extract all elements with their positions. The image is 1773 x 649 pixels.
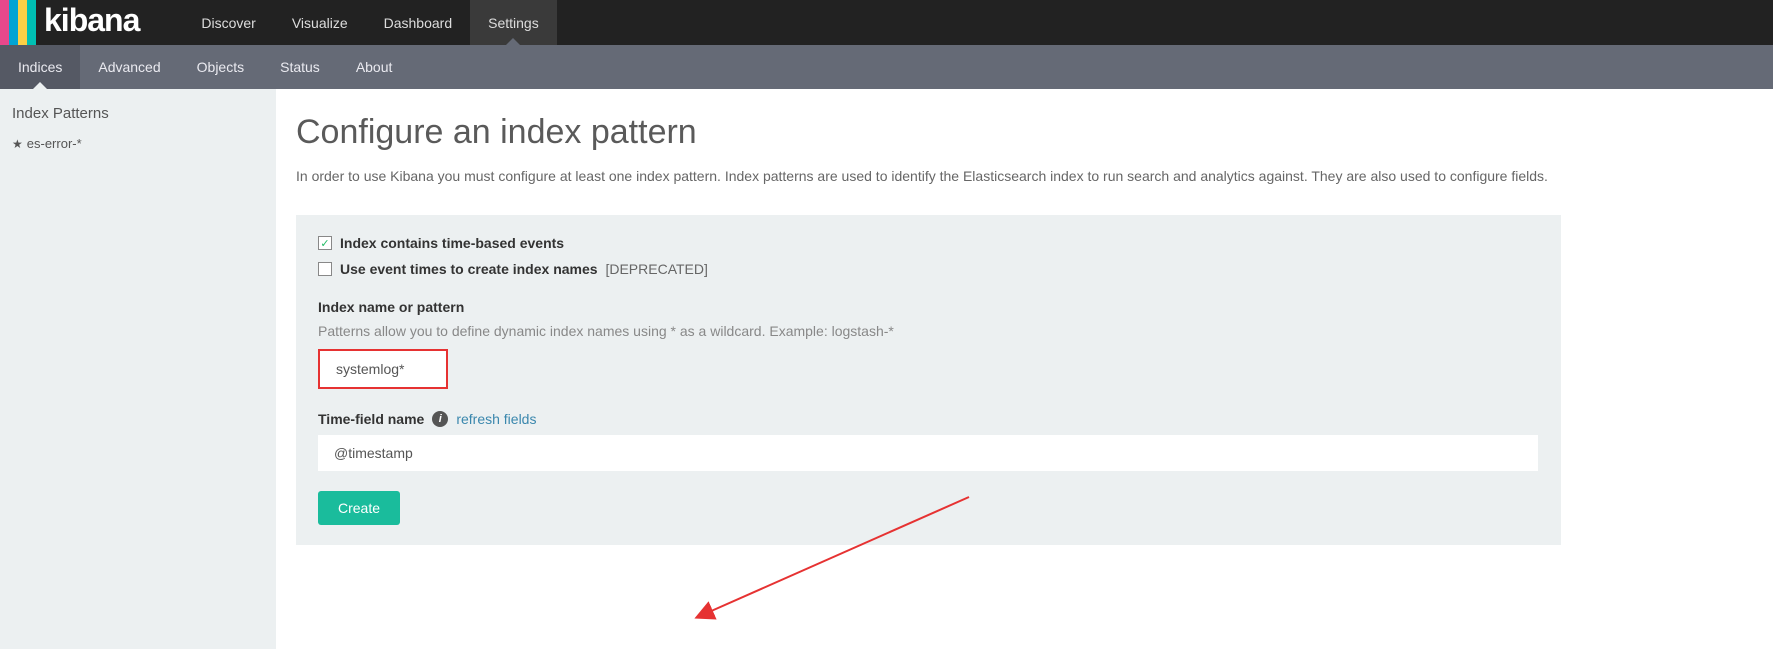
- nav-dashboard[interactable]: Dashboard: [366, 0, 471, 45]
- checkbox-time-row: ✓ Index contains time-based events: [318, 235, 1539, 251]
- subnav-objects[interactable]: Objects: [179, 45, 262, 89]
- sub-nav: Indices Advanced Objects Status About: [0, 45, 1773, 89]
- logo-text: kibana: [36, 2, 153, 43]
- nav-settings[interactable]: Settings: [470, 0, 557, 45]
- subnav-about[interactable]: About: [338, 45, 411, 89]
- page-title: Configure an index pattern: [296, 113, 1753, 152]
- subnav-indices[interactable]: Indices: [0, 45, 80, 89]
- logo[interactable]: kibana: [0, 0, 153, 45]
- nav-visualize[interactable]: Visualize: [274, 0, 366, 45]
- annotation-arrow: [689, 487, 989, 627]
- sidebar-item-label: es-error-*: [27, 136, 82, 151]
- top-nav-items: Discover Visualize Dashboard Settings: [183, 0, 556, 45]
- config-panel: ✓ Index contains time-based events Use e…: [296, 215, 1561, 545]
- subnav-advanced[interactable]: Advanced: [80, 45, 178, 89]
- main-content: Configure an index pattern In order to u…: [276, 89, 1773, 649]
- nav-discover[interactable]: Discover: [183, 0, 273, 45]
- index-name-input[interactable]: [320, 351, 446, 387]
- deprecated-tag: [DEPRECATED]: [605, 261, 707, 277]
- info-icon[interactable]: i: [432, 411, 448, 427]
- time-field-row: Time-field name i refresh fields: [318, 411, 1539, 427]
- star-icon: ★: [12, 137, 23, 151]
- sidebar-item-es-error[interactable]: ★ es-error-*: [12, 136, 264, 151]
- logo-stripes: [0, 0, 36, 45]
- checkbox-time-label: Index contains time-based events: [340, 235, 564, 251]
- body: Index Patterns ★ es-error-* Configure an…: [0, 89, 1773, 649]
- sidebar-title: Index Patterns: [12, 105, 264, 122]
- sidebar: Index Patterns ★ es-error-*: [0, 89, 276, 649]
- create-button[interactable]: Create: [318, 491, 400, 525]
- checkbox-event-times[interactable]: [318, 262, 332, 276]
- time-field-select[interactable]: @timestamp: [318, 435, 1538, 471]
- checkbox-time-based[interactable]: ✓: [318, 236, 332, 250]
- refresh-fields-link[interactable]: refresh fields: [456, 411, 536, 427]
- index-name-help: Patterns allow you to define dynamic ind…: [318, 323, 1539, 339]
- top-nav: kibana Discover Visualize Dashboard Sett…: [0, 0, 1773, 45]
- index-name-highlight: [318, 349, 448, 389]
- time-field-label: Time-field name: [318, 411, 424, 427]
- checkbox-event-row: Use event times to create index names [D…: [318, 261, 1539, 277]
- subnav-status[interactable]: Status: [262, 45, 338, 89]
- page-description: In order to use Kibana you must configur…: [296, 166, 1753, 187]
- index-name-label: Index name or pattern: [318, 299, 1539, 315]
- checkbox-event-label: Use event times to create index names [D…: [340, 261, 708, 277]
